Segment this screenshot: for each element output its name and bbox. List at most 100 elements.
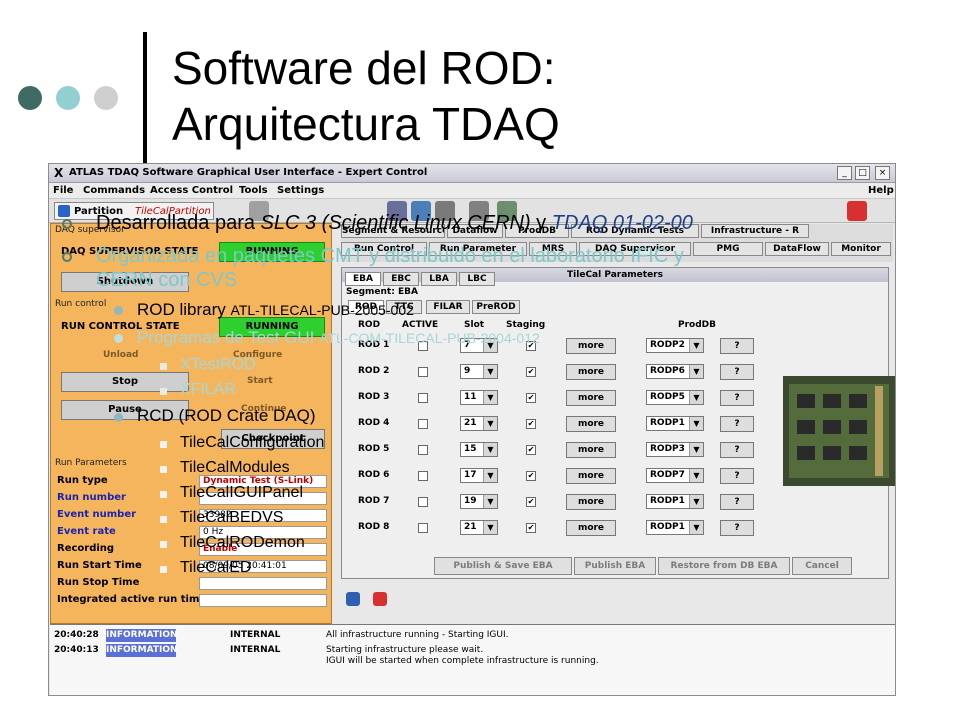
publish-button[interactable]: Publish EBA: [574, 557, 656, 575]
proddb-info-button[interactable]: ?: [720, 468, 754, 484]
shutdown-button[interactable]: Shutdown: [61, 272, 189, 292]
staging-checkbox[interactable]: ✔: [526, 393, 536, 403]
help-icon-small[interactable]: [373, 592, 387, 606]
is-icon[interactable]: [411, 201, 431, 221]
configure-transition[interactable]: Configure: [233, 350, 282, 360]
active-checkbox[interactable]: [418, 393, 428, 403]
slot-select[interactable]: 17 ▼: [460, 468, 498, 483]
slot-select[interactable]: 21 ▼: [460, 520, 498, 535]
staging-checkbox[interactable]: ✔: [526, 367, 536, 377]
tab-dataflow-top[interactable]: Dataflow: [447, 224, 503, 238]
more-button[interactable]: more: [566, 364, 616, 380]
mrs-icon[interactable]: [387, 201, 407, 221]
menu-tools[interactable]: Tools: [239, 185, 268, 196]
ed-icon[interactable]: [469, 201, 489, 221]
segment-icon[interactable]: [346, 592, 360, 606]
more-button[interactable]: more: [566, 338, 616, 354]
tab-run-control[interactable]: Run Control: [341, 242, 427, 256]
cancel-button[interactable]: Cancel: [792, 557, 852, 575]
tab-rod-dynamic-tests[interactable]: ROD Dynamic Tests: [571, 224, 699, 238]
active-checkbox[interactable]: [418, 523, 428, 533]
minimize-button[interactable]: _: [837, 166, 852, 180]
more-button[interactable]: more: [566, 390, 616, 406]
toolbar-icon-1[interactable]: [249, 201, 269, 221]
staging-checkbox[interactable]: ✔: [526, 471, 536, 481]
rod-name: ROD 3: [358, 392, 390, 402]
proddb-select[interactable]: RODP6 ▼: [646, 364, 704, 379]
more-button[interactable]: more: [566, 416, 616, 432]
staging-checkbox[interactable]: ✔: [526, 497, 536, 507]
tab-ttc[interactable]: TTC: [386, 300, 422, 314]
slot-select[interactable]: 11 ▼: [460, 390, 498, 405]
proddb-select[interactable]: RODP7 ▼: [646, 468, 704, 483]
proddb-select[interactable]: RODP5 ▼: [646, 390, 704, 405]
tab-lbc[interactable]: LBC: [459, 272, 495, 286]
staging-checkbox[interactable]: ✔: [526, 341, 536, 351]
tab-filar[interactable]: FILAR: [426, 300, 470, 314]
stop-button[interactable]: Stop: [61, 372, 189, 392]
tab-rod[interactable]: ROD: [348, 300, 384, 314]
menu-settings[interactable]: Settings: [277, 185, 324, 196]
tab-monitor[interactable]: Monitor: [831, 242, 891, 256]
menu-help[interactable]: Help: [868, 185, 894, 196]
ohp-icon[interactable]: [497, 201, 517, 221]
menu-access-control[interactable]: Access Control: [150, 185, 233, 196]
more-button[interactable]: more: [566, 468, 616, 484]
proddb-info-button[interactable]: ?: [720, 338, 754, 354]
proddb-info-button[interactable]: ?: [720, 494, 754, 510]
tab-pmg[interactable]: PMG: [693, 242, 763, 256]
proddb-select[interactable]: RODP1 ▼: [646, 494, 704, 509]
unload-transition[interactable]: Unload: [103, 350, 139, 360]
proddb-info-button[interactable]: ?: [720, 390, 754, 406]
partition-button[interactable]: Partition TileCalPartition: [54, 202, 214, 220]
checkpoint-button[interactable]: Checkpoint: [221, 429, 325, 449]
help-icon[interactable]: [847, 201, 867, 221]
tab-proddb[interactable]: ProdDB: [505, 224, 569, 238]
tab-run-parameter[interactable]: Run Parameter: [429, 242, 527, 256]
proddb-select[interactable]: RODP3 ▼: [646, 442, 704, 457]
active-checkbox[interactable]: [418, 497, 428, 507]
staging-checkbox[interactable]: ✔: [526, 523, 536, 533]
slot-select[interactable]: 9 ▼: [460, 364, 498, 379]
dvs-icon[interactable]: [435, 201, 455, 221]
proddb-info-button[interactable]: ?: [720, 416, 754, 432]
slot-select[interactable]: 15 ▼: [460, 442, 498, 457]
more-button[interactable]: more: [566, 442, 616, 458]
slot-select[interactable]: 7 ▼: [460, 338, 498, 353]
maximize-button[interactable]: □: [855, 166, 870, 180]
menu-file[interactable]: File: [53, 185, 73, 196]
more-button[interactable]: more: [566, 494, 616, 510]
proddb-info-button[interactable]: ?: [720, 520, 754, 536]
active-checkbox[interactable]: [418, 471, 428, 481]
pause-button[interactable]: Pause: [61, 400, 189, 420]
slot-select[interactable]: 19 ▼: [460, 494, 498, 509]
tab-infrastructure[interactable]: Infrastructure - R: [701, 224, 809, 238]
tab-prerod[interactable]: PreROD: [472, 300, 520, 314]
active-checkbox[interactable]: [418, 445, 428, 455]
staging-checkbox[interactable]: ✔: [526, 419, 536, 429]
tab-segment-resource[interactable]: Segment & Resource: [341, 224, 445, 238]
proddb-select[interactable]: RODP2 ▼: [646, 338, 704, 353]
menu-commands[interactable]: Commands: [83, 185, 145, 196]
active-checkbox[interactable]: [418, 341, 428, 351]
tab-dataflow[interactable]: DataFlow: [765, 242, 829, 256]
more-button[interactable]: more: [566, 520, 616, 536]
proddb-info-button[interactable]: ?: [720, 442, 754, 458]
proddb-info-button[interactable]: ?: [720, 364, 754, 380]
tab-mrs[interactable]: MRS: [529, 242, 577, 256]
proddb-select[interactable]: RODP1 ▼: [646, 520, 704, 535]
publish-save-button[interactable]: Publish & Save EBA: [434, 557, 572, 575]
tab-eba[interactable]: EBA: [345, 272, 381, 286]
proddb-select[interactable]: RODP1 ▼: [646, 416, 704, 431]
tab-ebc[interactable]: EBC: [383, 272, 419, 286]
start-transition[interactable]: Start: [247, 376, 273, 386]
close-button[interactable]: ×: [875, 166, 890, 180]
tab-lba[interactable]: LBA: [421, 272, 457, 286]
tab-daq-supervisor[interactable]: DAQ Supervisor: [579, 242, 691, 256]
slot-select[interactable]: 21 ▼: [460, 416, 498, 431]
staging-checkbox[interactable]: ✔: [526, 445, 536, 455]
active-checkbox[interactable]: [418, 367, 428, 377]
continue-transition[interactable]: Continue: [241, 404, 287, 414]
restore-button[interactable]: Restore from DB EBA: [658, 557, 790, 575]
active-checkbox[interactable]: [418, 419, 428, 429]
